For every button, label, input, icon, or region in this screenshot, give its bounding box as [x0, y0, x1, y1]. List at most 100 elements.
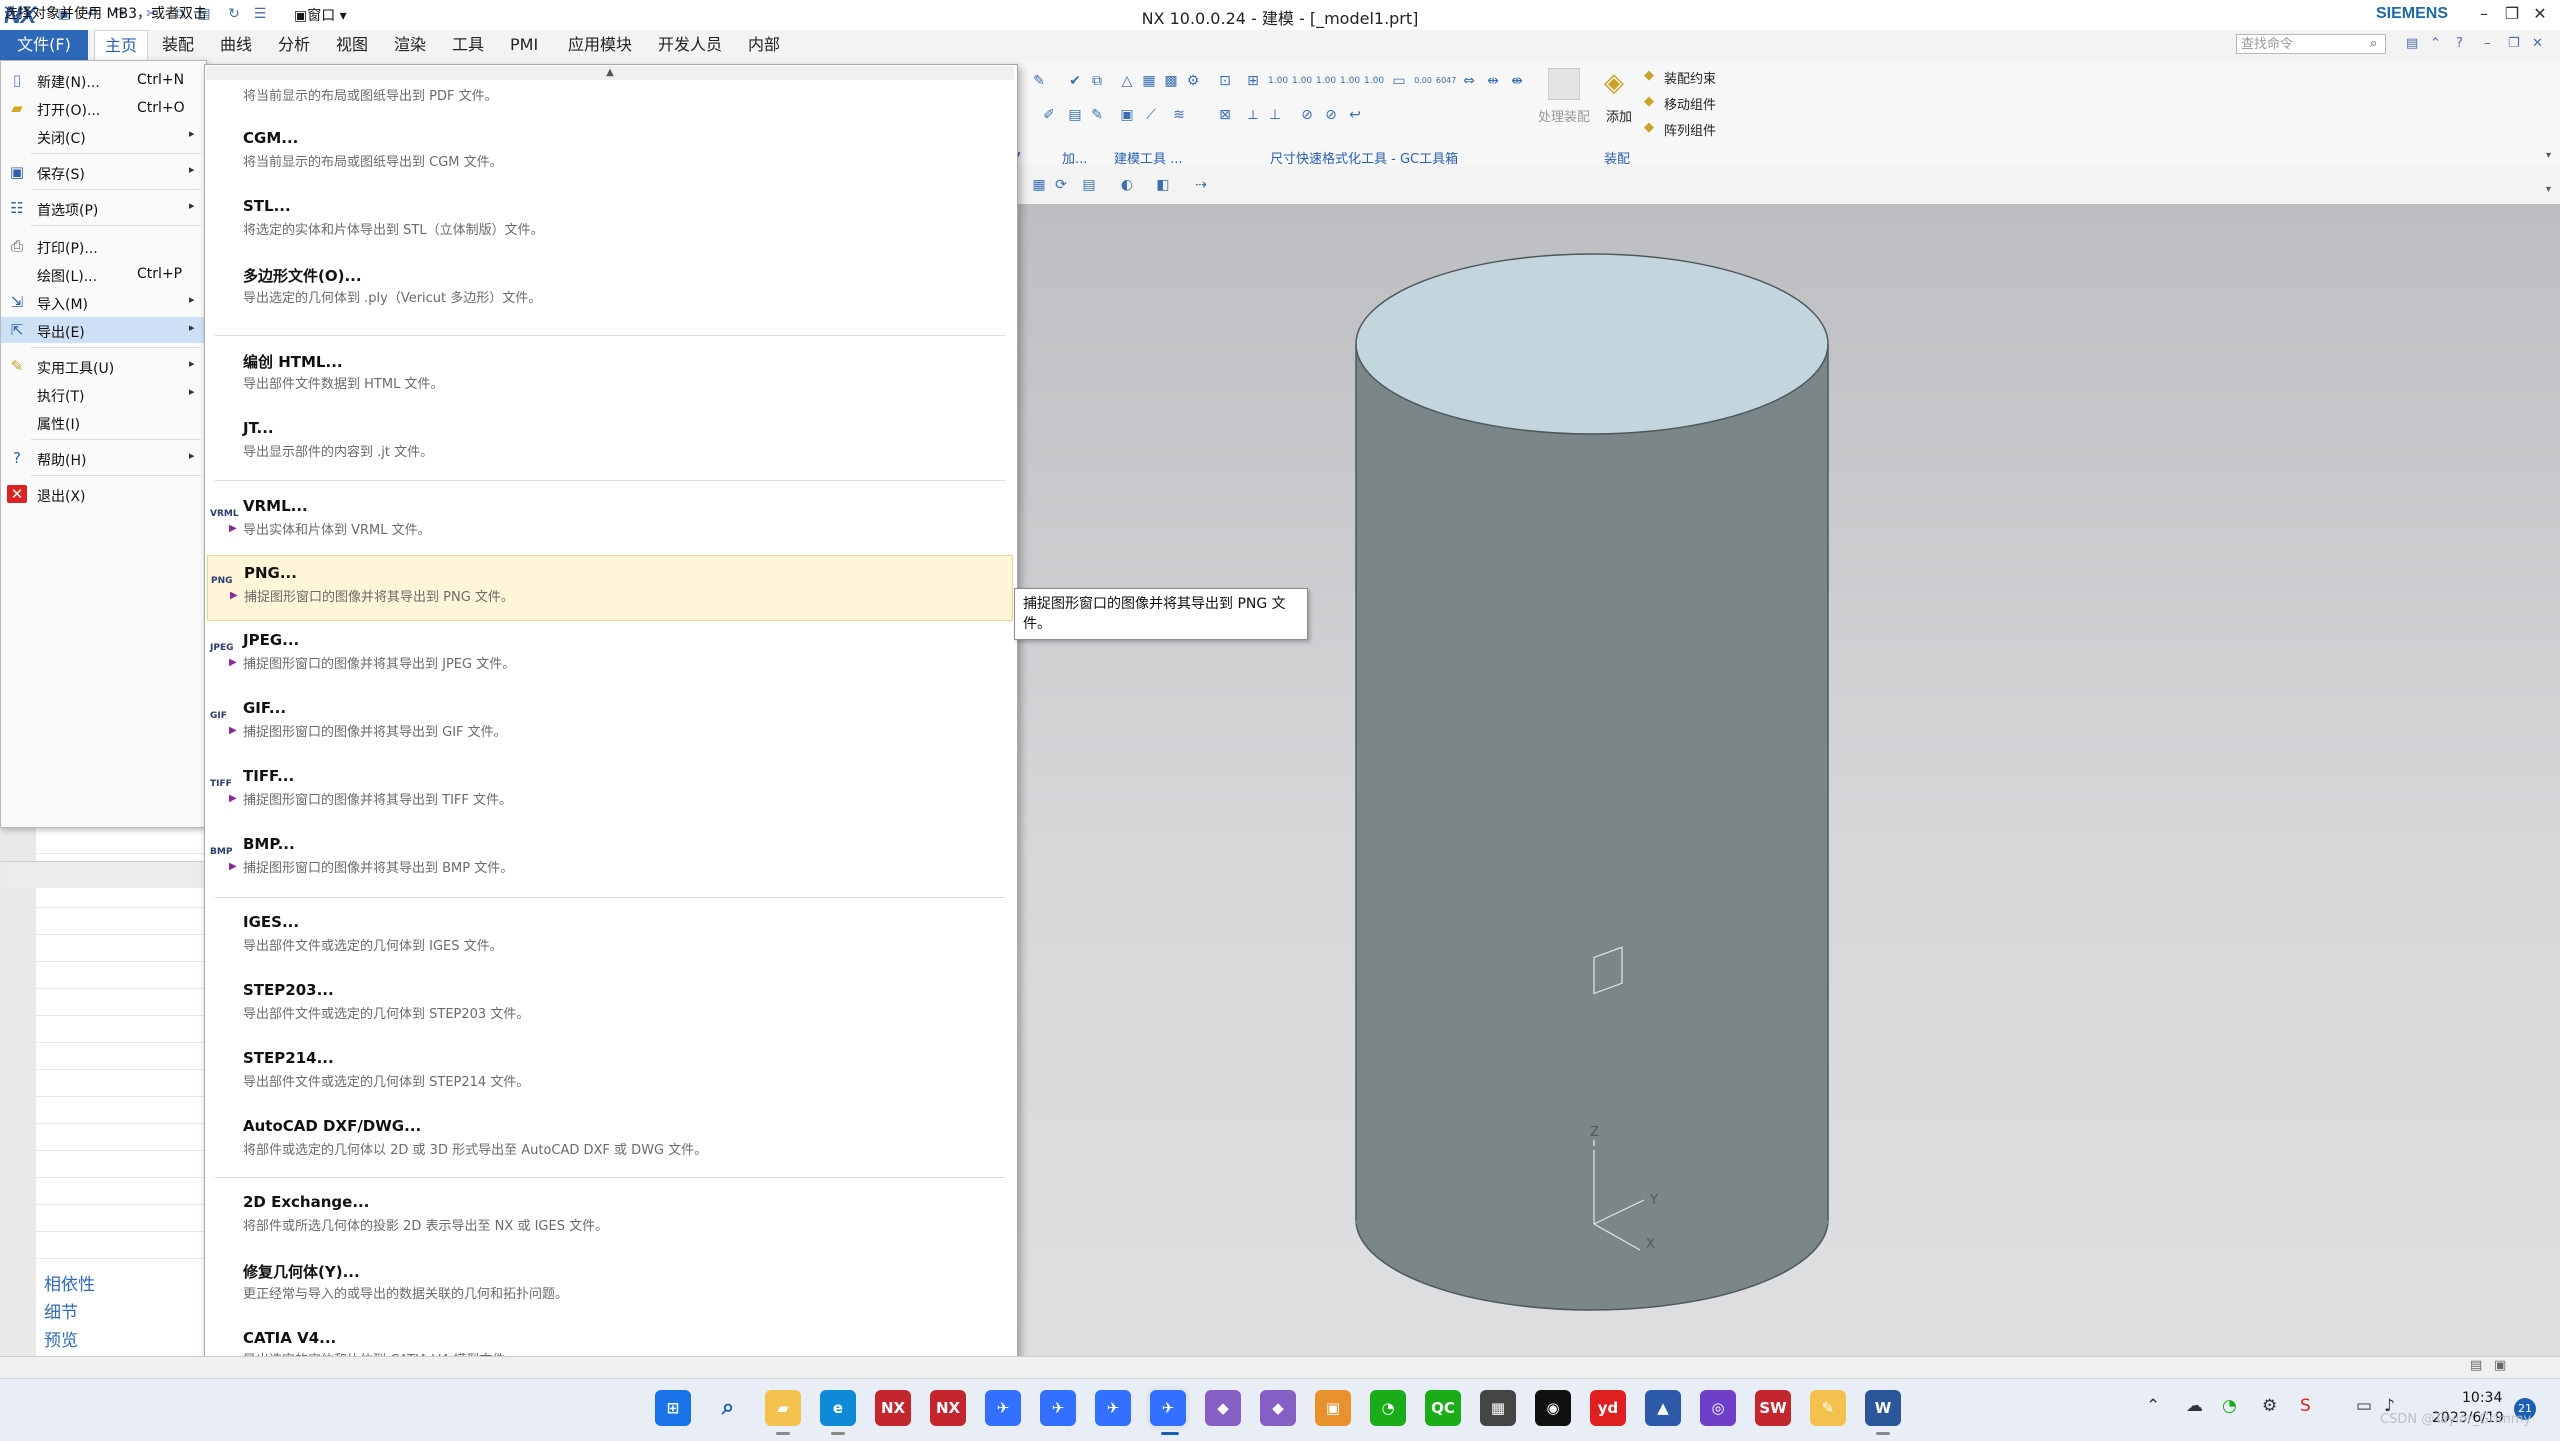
nav-row[interactable] — [36, 907, 204, 935]
graph-icon[interactable]: ⟋ — [1142, 106, 1160, 124]
input-method-icon[interactable]: S — [2300, 1396, 2311, 1416]
nav-row[interactable] — [36, 1123, 204, 1151]
notes-icon[interactable]: ✎ — [1810, 1390, 1846, 1426]
menu-item-execute[interactable]: 执行(T) ▸ — [1, 381, 206, 407]
add-component-icon[interactable]: ◈ — [1604, 68, 1624, 98]
nav-row[interactable] — [36, 1015, 204, 1043]
no-icon[interactable]: ⊘ — [1322, 106, 1340, 124]
select-filter-icon[interactable]: ▦ — [1030, 176, 1048, 194]
nav-row[interactable] — [36, 1177, 204, 1205]
tab-home[interactable]: 主页 — [94, 30, 149, 61]
format-100-icon[interactable]: 1.00 — [1268, 72, 1288, 90]
add-component-label[interactable]: 添加 — [1606, 106, 1632, 125]
format-000-icon[interactable]: 0.00 — [1414, 72, 1432, 90]
visual-studio-icon[interactable]: ◆ — [1205, 1390, 1241, 1426]
file-explorer-icon[interactable]: ▰ — [765, 1390, 801, 1426]
word-icon[interactable]: W — [1865, 1390, 1901, 1426]
nx-app-icon-2[interactable]: NX — [930, 1390, 966, 1426]
cube-view-icon[interactable]: ◧ — [1154, 176, 1172, 194]
display-mode-icon[interactable]: ▤ — [1080, 176, 1098, 194]
nav-row[interactable] — [36, 1096, 204, 1124]
copy-feature-icon[interactable]: ⧉ — [1088, 72, 1106, 90]
snap-icon[interactable]: ⇢ — [1192, 176, 1210, 194]
export-item-polygon[interactable]: 多边形文件(O)... 导出选定的几何体到 .ply（Vericut 多边形）文… — [207, 257, 1013, 323]
slash-icon[interactable]: ⊘ — [1298, 106, 1316, 124]
tab-curve[interactable]: 曲线 — [210, 30, 262, 60]
matlab-icon[interactable]: ▲ — [1645, 1390, 1681, 1426]
tab-pmi[interactable]: PMI — [500, 30, 548, 60]
menu-item-save[interactable]: ▣ 保存(S) ▸ — [1, 159, 206, 185]
tab-tools[interactable]: 工具 — [442, 30, 494, 60]
align-3-icon[interactable]: ⇼ — [1508, 72, 1526, 90]
toolbar-more-icon[interactable]: ▾ — [2546, 184, 2551, 195]
nav-preview-link[interactable]: 预览 — [44, 1326, 78, 1351]
export-item-tiff[interactable]: TIFF ▶ TIFF... 捕捉图形窗口的图像并将其导出到 TIFF 文件。 — [207, 759, 1013, 825]
feishu-icon-2[interactable]: ✈ — [1040, 1390, 1076, 1426]
chart-icon[interactable]: ▩ — [1162, 72, 1180, 90]
nx-app-icon[interactable]: NX — [875, 1390, 911, 1426]
export-item-catia-v4[interactable]: CATIA V4... 导出选定的实体和片体到 CATIA V4 模型文件。 — [207, 1321, 1013, 1368]
menu-item-close[interactable]: 关闭(C) ▸ — [1, 123, 206, 149]
nav-row[interactable] — [36, 1042, 204, 1070]
edge-icon[interactable]: e — [820, 1390, 856, 1426]
cloud-icon[interactable]: ☁ — [2186, 1396, 2203, 1416]
doc-restore-icon[interactable]: ❐ — [2508, 36, 2520, 51]
menu-item-utilities[interactable]: ✎ 实用工具(U) ▸ — [1, 353, 206, 379]
group-add-label[interactable]: 加... — [1062, 148, 1087, 167]
group-dim-format-label[interactable]: 尺寸快速格式化工具 - GC工具箱 — [1270, 148, 1458, 167]
export-item-step203[interactable]: STEP203... 导出部件文件或选定的几何体到 STEP203 文件。 — [207, 973, 1013, 1039]
youdao-icon[interactable]: yd — [1590, 1390, 1626, 1426]
github-icon[interactable]: ◎ — [1700, 1390, 1736, 1426]
menu-item-export[interactable]: ⇱ 导出(E) ▸ — [1, 317, 206, 343]
nav-row[interactable] — [36, 1231, 204, 1259]
export-item-bmp[interactable]: BMP ▶ BMP... 捕捉图形窗口的图像并将其导出到 BMP 文件。 — [207, 827, 1013, 893]
rotate-icon[interactable]: ⟳ — [1052, 176, 1070, 194]
tab-developer[interactable]: 开发人员 — [648, 30, 732, 60]
graphics-window[interactable]: Z Y X — [1010, 204, 2560, 1356]
nav-row[interactable] — [36, 961, 204, 989]
export-item-jpeg[interactable]: JPEG ▶ JPEG... 捕捉图形窗口的图像并将其导出到 JPEG 文件。 — [207, 623, 1013, 689]
feishu-icon-3[interactable]: ✈ — [1095, 1390, 1131, 1426]
layer-icon[interactable]: ▤ — [1066, 106, 1084, 124]
format-100-lim-icon[interactable]: 1.00 — [1316, 72, 1336, 90]
command-search-input[interactable]: 查找命令 — [2236, 34, 2386, 54]
export-item-step214[interactable]: STEP214... 导出部件文件或选定的几何体到 STEP214 文件。 — [207, 1041, 1013, 1107]
move-component-label[interactable]: 移动组件 — [1664, 94, 1716, 113]
format-100-dual-icon[interactable]: 1.00 — [1340, 72, 1360, 90]
constraint-icon[interactable]: ◆ — [1644, 68, 1654, 83]
gear-icon[interactable]: ⚙ — [1184, 72, 1202, 90]
nav-row[interactable] — [36, 1204, 204, 1232]
ribbon-options-icon[interactable]: ▤ — [2406, 36, 2418, 51]
render-style-icon[interactable]: ◐ — [1118, 176, 1136, 194]
edit-icon[interactable]: ✎ — [1088, 106, 1106, 124]
tab-assembly[interactable]: 装配 — [152, 30, 204, 60]
menu-item-preferences[interactable]: ☷ 首选项(P) ▸ — [1, 195, 206, 221]
nav-row[interactable] — [36, 988, 204, 1016]
search-icon[interactable]: ⌕ — [2370, 36, 2377, 51]
file-tab[interactable]: 文件(F) — [0, 30, 88, 60]
doc-minimize-icon[interactable]: – — [2484, 36, 2491, 51]
array-component-icon[interactable]: ◆ — [1644, 120, 1654, 135]
solidworks-icon[interactable]: SW — [1755, 1390, 1791, 1426]
format-100-tol-icon[interactable]: 1.00 — [1292, 72, 1312, 90]
qq-icon[interactable]: ◉ — [1535, 1390, 1571, 1426]
help-icon[interactable]: ? — [2456, 36, 2463, 51]
tolerance-2-icon[interactable]: ⊥ — [1266, 106, 1284, 124]
menu-item-open[interactable]: ▰ 打开(O)... Ctrl+O — [1, 95, 206, 121]
menu-item-print[interactable]: ⎙ 打印(P)... — [1, 233, 206, 259]
nav-row[interactable] — [36, 1069, 204, 1097]
hook-icon[interactable]: ↩ — [1346, 106, 1364, 124]
wave-icon[interactable]: ≋ — [1170, 106, 1188, 124]
nav-dependencies-link[interactable]: 相依性 — [44, 1270, 95, 1295]
menu-item-properties[interactable]: 属性(I) — [1, 409, 206, 435]
windows-start-icon[interactable]: ⊞ — [655, 1390, 691, 1426]
align-icon[interactable]: ⇔ — [1460, 72, 1478, 90]
export-item-png[interactable]: PNG ▶ PNG... 捕捉图形窗口的图像并将其导出到 PNG 文件。 — [207, 555, 1013, 621]
export-item-2d-exchange[interactable]: 2D Exchange... 将部件或所选几何体的投影 2D 表示导出至 NX … — [207, 1185, 1013, 1251]
tray-app-icon[interactable]: ⚙ — [2262, 1396, 2277, 1416]
export-item-gif[interactable]: GIF ▶ GIF... 捕捉图形窗口的图像并将其导出到 GIF 文件。 — [207, 691, 1013, 757]
frame-icon[interactable]: ▣ — [1118, 106, 1136, 124]
export-item-iges[interactable]: IGES... 导出部件文件或选定的几何体到 IGES 文件。 — [207, 905, 1013, 971]
lock-icon[interactable]: ⊡ — [1216, 72, 1234, 90]
cylinder-model[interactable]: Z Y X — [1010, 204, 2560, 1356]
